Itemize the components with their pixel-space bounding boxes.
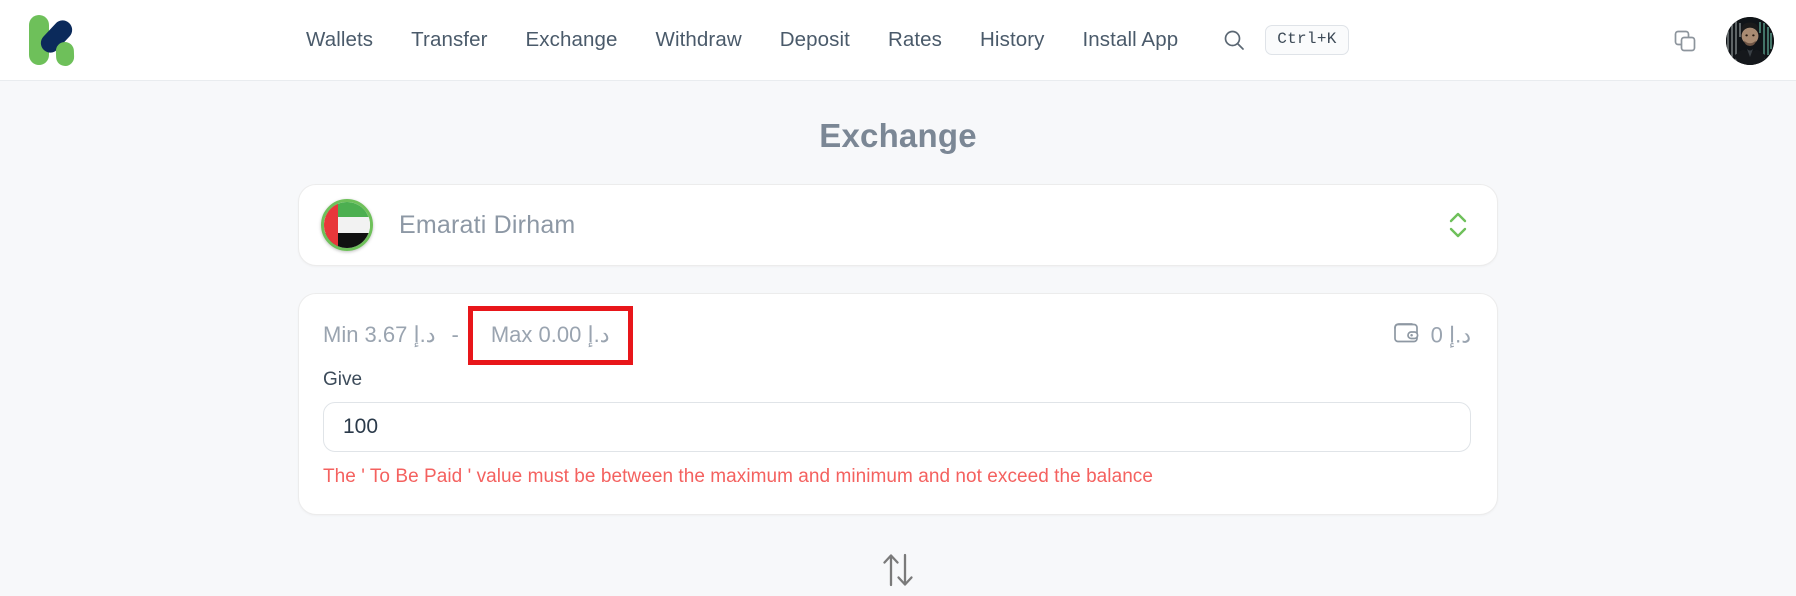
exchange-form: Emarati Dirham Min 3.67 د.إ - Max 0.00 د… xyxy=(298,184,1498,596)
uae-flag-icon xyxy=(321,199,373,251)
wallet-balance: 0 د.إ xyxy=(1393,320,1471,351)
chevron-up-down-icon[interactable] xyxy=(1447,208,1469,242)
avatar-image xyxy=(1726,16,1774,65)
nav-withdraw[interactable]: Withdraw xyxy=(637,22,761,58)
app-header: Wallets Transfer Exchange Withdraw Depos… xyxy=(0,0,1796,81)
give-amount-card: Min 3.67 د.إ - Max 0.00 د.إ 0 د.إ Give 1… xyxy=(298,293,1498,515)
currency-selector[interactable]: Emarati Dirham xyxy=(298,184,1498,266)
swap-currencies-button[interactable] xyxy=(872,544,924,596)
user-avatar[interactable] xyxy=(1726,16,1774,65)
search-shortcut-badge[interactable]: Ctrl+K xyxy=(1265,24,1349,56)
swap-vertical-arrows-icon xyxy=(883,553,913,587)
search-icon[interactable] xyxy=(1219,25,1249,55)
give-label: Give xyxy=(323,369,363,390)
balance-amount: 0 د.إ xyxy=(1430,322,1471,347)
currency-name: Emarati Dirham xyxy=(399,210,576,239)
search-glyph xyxy=(1224,30,1245,50)
nav-exchange[interactable]: Exchange xyxy=(507,22,637,58)
page-body: Exchange Emarati Dirham Min 3.67 د.إ - M… xyxy=(0,117,1796,596)
nav-wallets[interactable]: Wallets xyxy=(287,22,392,58)
validation-error-message: The ' To Be Paid ' value must be between… xyxy=(323,466,1153,487)
nav-history[interactable]: History xyxy=(961,22,1063,58)
main-navigation: Wallets Transfer Exchange Withdraw Depos… xyxy=(287,22,1197,58)
wallet-icon xyxy=(1393,320,1421,351)
min-max-row: Min 3.67 د.إ - Max 0.00 د.إ 0 د.إ xyxy=(323,305,1471,365)
header-right-actions xyxy=(1670,0,1774,81)
wallet-glyph xyxy=(1393,323,1419,343)
min-max-separator: - xyxy=(451,322,459,347)
nav-transfer[interactable]: Transfer xyxy=(392,22,506,58)
nav-rates[interactable]: Rates xyxy=(869,22,961,58)
kazang-logo[interactable] xyxy=(25,12,91,68)
nav-deposit[interactable]: Deposit xyxy=(761,22,869,58)
copy-glyph xyxy=(1674,30,1696,51)
max-amount-label: Max 0.00 د.إ xyxy=(467,305,633,365)
copy-icon[interactable] xyxy=(1670,26,1700,56)
page-title: Exchange xyxy=(819,117,977,154)
give-amount-input[interactable] xyxy=(323,402,1471,452)
nav-install-app[interactable]: Install App xyxy=(1064,22,1198,58)
logo-icon xyxy=(29,15,75,66)
chevron-glyph xyxy=(1449,212,1467,238)
swap-row xyxy=(298,544,1498,596)
min-amount-label: Min 3.67 د.إ xyxy=(323,322,436,347)
